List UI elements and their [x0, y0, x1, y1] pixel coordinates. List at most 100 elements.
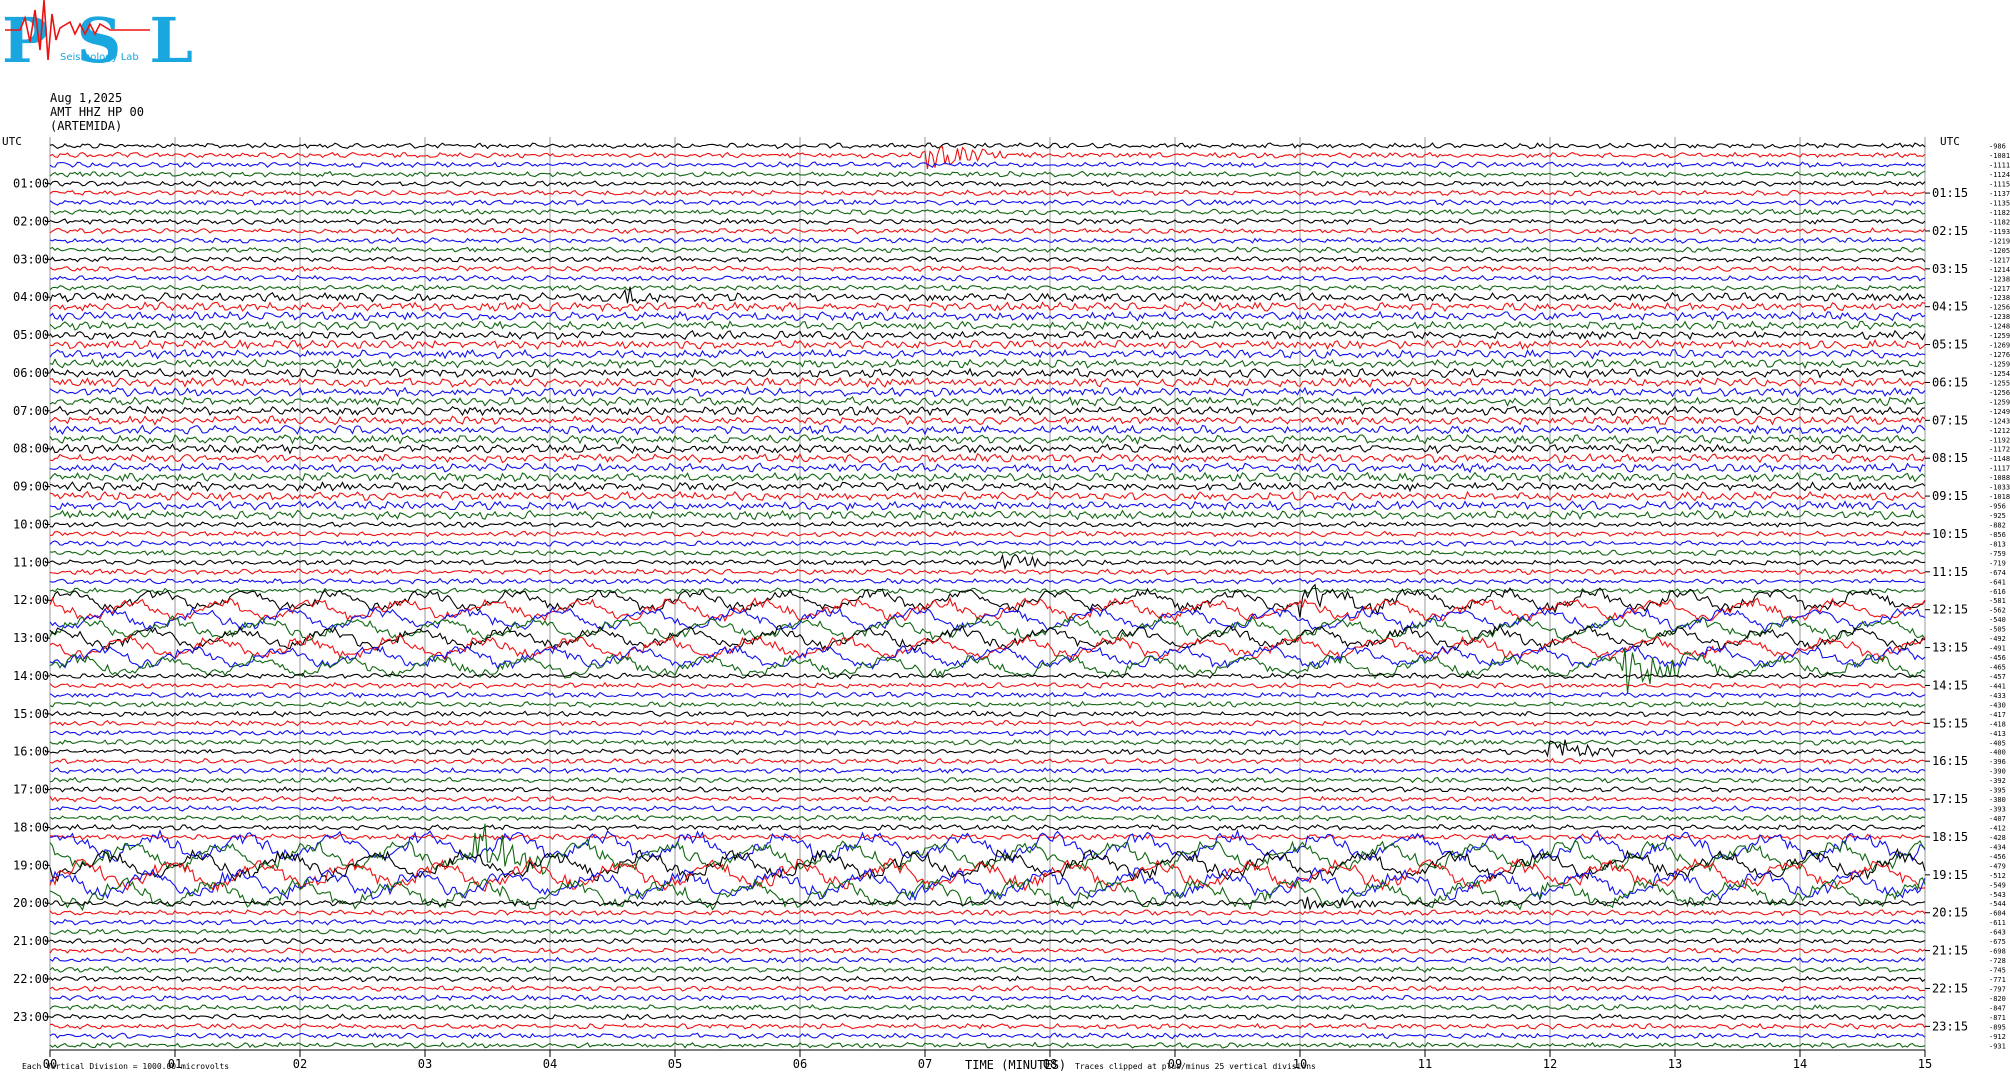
trace-offset-label: -956	[1989, 503, 2006, 511]
seismic-trace	[49, 452, 1926, 464]
trace-offset-label: -434	[1989, 843, 2006, 851]
seismic-trace	[49, 757, 1926, 765]
seismic-trace	[49, 691, 1926, 699]
seismic-trace	[49, 189, 1926, 197]
x-tick-label: 06	[793, 1057, 807, 1071]
trace-offset-label: -1214	[1989, 266, 2010, 274]
trace-offset-label: -505	[1989, 626, 2006, 634]
seismic-trace	[49, 424, 1926, 436]
seismic-trace	[49, 161, 1926, 169]
seismic-trace	[49, 358, 1926, 370]
left-hour-label: 04:00	[13, 290, 49, 304]
seismic-trace	[49, 433, 1926, 446]
trace-offset-label: -1238	[1989, 294, 2010, 302]
seismic-trace	[49, 1041, 1926, 1049]
trace-offset-label: -393	[1989, 806, 2006, 814]
trace-offset-label: -1256	[1989, 389, 2010, 397]
seismic-trace	[49, 966, 1926, 973]
trace-offset-label: -797	[1989, 985, 2006, 993]
seismic-trace	[49, 236, 1926, 244]
trace-offset-label: -912	[1989, 1033, 2006, 1041]
seismic-trace	[49, 376, 1926, 388]
x-axis-label: TIME (MINUTES)	[965, 1058, 1067, 1072]
trace-offset-label: -1212	[1989, 427, 2010, 435]
seismic-trace	[49, 985, 1925, 992]
seismic-trace	[49, 208, 1926, 216]
trace-offset-label: -1276	[1989, 351, 2010, 359]
left-hour-label: 16:00	[13, 745, 49, 759]
left-hour-label: 01:00	[13, 177, 49, 191]
seismic-trace	[49, 386, 1926, 398]
right-hour-label: 19:15	[1932, 868, 1968, 882]
right-hour-label: 23:15	[1932, 1019, 1968, 1033]
trace-offset-label: -1259	[1989, 332, 2010, 340]
right-hour-label: 10:15	[1932, 527, 1968, 541]
seismic-trace	[49, 481, 1926, 493]
trace-offset-label: -1111	[1989, 162, 2010, 170]
trace-offset-label: -698	[1989, 948, 2006, 956]
seismic-trace	[49, 310, 1926, 322]
seismic-trace	[49, 509, 1926, 521]
trace-offset-label: -771	[1989, 976, 2006, 984]
left-hour-label: 02:00	[13, 214, 49, 228]
trace-offset-label: -1088	[1989, 474, 2010, 482]
trace-offset-label: -412	[1989, 824, 2006, 832]
trace-offset-label: -390	[1989, 768, 2006, 776]
x-tick-label: 12	[1543, 1057, 1557, 1071]
x-tick-label: 13	[1668, 1057, 1682, 1071]
trace-offset-label: -871	[1989, 1014, 2006, 1022]
seismic-trace	[49, 937, 1926, 945]
x-tick-label: 11	[1418, 1057, 1432, 1071]
trace-offset-label: -1193	[1989, 228, 2010, 236]
seismic-trace	[49, 274, 1926, 282]
right-hour-label: 11:15	[1932, 565, 1968, 579]
seismic-trace	[49, 710, 1926, 718]
trace-offset-label: -1254	[1989, 370, 2010, 378]
seismic-trace	[49, 301, 1926, 313]
seismic-trace	[49, 975, 1926, 983]
seismic-trace	[49, 180, 1926, 188]
right-hour-label: 08:15	[1932, 451, 1968, 465]
seismic-trace	[49, 530, 1926, 538]
seismic-trace	[49, 700, 1926, 709]
x-tick-label: 07	[918, 1057, 932, 1071]
right-hour-label: 06:15	[1932, 375, 1968, 389]
trace-offset-label: -1018	[1989, 493, 2010, 501]
trace-offset-label: -728	[1989, 957, 2006, 965]
trace-offset-label: -931	[1989, 1042, 2006, 1050]
seismic-trace	[49, 606, 1926, 633]
seismic-trace	[49, 217, 1926, 225]
left-hour-label: 19:00	[13, 858, 49, 872]
right-hour-label: 13:15	[1932, 641, 1968, 655]
trace-offset-label: -380	[1989, 796, 2006, 804]
seismic-trace	[49, 255, 1926, 263]
x-tick-label: 14	[1793, 1057, 1807, 1071]
seismic-trace	[49, 246, 1926, 254]
seismic-trace	[49, 395, 1926, 407]
seismic-trace	[49, 142, 1926, 150]
x-tick-label: 15	[1918, 1057, 1932, 1071]
trace-offset-label: -641	[1989, 578, 2006, 586]
left-hour-label: 14:00	[13, 669, 49, 683]
seismic-trace	[49, 947, 1926, 954]
seismic-trace	[49, 320, 1926, 331]
seismic-trace	[49, 462, 1926, 474]
left-hour-label: 12:00	[13, 593, 49, 607]
trace-offset-label: -1255	[1989, 379, 2010, 387]
seismic-trace	[49, 909, 1926, 917]
trace-offset-label: -1192	[1989, 436, 2010, 444]
seismic-trace	[49, 767, 1926, 775]
left-hour-label: 15:00	[13, 707, 49, 721]
left-hour-label: 10:00	[13, 517, 49, 531]
trace-offset-label: -562	[1989, 607, 2006, 615]
seismic-trace	[49, 1003, 1926, 1011]
left-hour-label: 13:00	[13, 631, 49, 645]
right-hour-label: 20:15	[1932, 906, 1968, 920]
trace-offset-label: -413	[1989, 730, 2006, 738]
trace-offset-label: -1259	[1989, 361, 2010, 369]
right-hour-label: 12:15	[1932, 603, 1968, 617]
left-hour-label: 18:00	[13, 820, 49, 834]
trace-offset-label: -759	[1989, 550, 2006, 558]
trace-offset-label: -813	[1989, 540, 2006, 548]
seismic-trace	[49, 823, 1926, 831]
